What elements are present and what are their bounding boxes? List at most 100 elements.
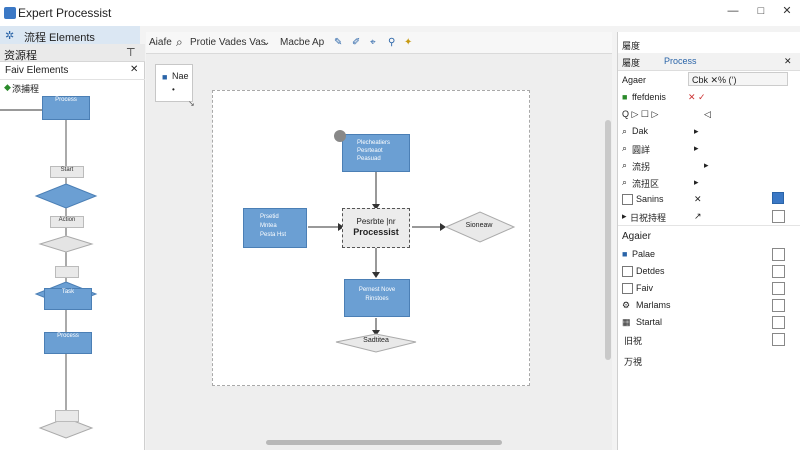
check-row-label: Marlams xyxy=(636,300,671,310)
property-row[interactable]: ⌕ Dak ▸ xyxy=(618,123,800,140)
toolbar-item-aiafe[interactable]: Aiafe xyxy=(149,37,172,48)
row-checkbox[interactable] xyxy=(772,333,785,346)
check-row[interactable]: 旧祝 xyxy=(618,331,800,348)
row-checkbox[interactable] xyxy=(772,282,785,295)
section2-header: Agaier xyxy=(618,228,800,245)
toolbar-item-ap[interactable]: Ap xyxy=(312,37,324,48)
tag-icon[interactable]: ⌖ xyxy=(370,37,376,48)
diagram-node-bottom[interactable]: Pernest Nove Rinstoes xyxy=(344,279,410,317)
agent-row: Agaer Cbk ✕% (‘) xyxy=(618,72,800,89)
left-panel-title: 资源程 xyxy=(4,50,37,62)
property-value: ↗ xyxy=(694,211,702,221)
property-row[interactable]: Q ▷ ☐ ▷ ◁ xyxy=(618,106,800,123)
elements-subheader: Faiv Elements ✕ xyxy=(0,62,145,80)
vertical-scrollbar[interactable] xyxy=(605,120,611,360)
row-button[interactable] xyxy=(772,210,785,223)
palette-task-node[interactable]: Task xyxy=(44,288,92,310)
node-line: Mntea xyxy=(260,223,277,229)
row-checkbox[interactable] xyxy=(772,316,785,329)
search-icon: ⌕ xyxy=(622,143,628,153)
resize-handle-icon[interactable]: ↘ xyxy=(188,99,195,108)
diagram-node-left[interactable]: Prsetid Mntea Pesta Hst xyxy=(243,208,307,248)
check-row[interactable]: ▦ Startal xyxy=(618,314,800,331)
properties-panel: 屬度 屬度 Process ✕ Agaer Cbk ✕% (‘) ■ ffefd… xyxy=(617,32,800,450)
node-line: Plecheatiers xyxy=(357,140,391,146)
node-line: Peasuad xyxy=(357,156,381,162)
row-checkbox[interactable] xyxy=(622,194,633,205)
properties-header-row: 屬度 xyxy=(618,36,800,54)
diagram-node-top[interactable]: Plecheatiers Pesrteaot Peasuad xyxy=(342,134,410,172)
search-icon: ⌕ xyxy=(622,177,628,187)
palette-end-node[interactable] xyxy=(55,410,79,422)
property-label: 流扭区 xyxy=(632,179,660,189)
property-row[interactable]: ⌕ 圓詳 ▸ xyxy=(618,140,800,157)
toggle-button[interactable] xyxy=(772,192,784,204)
tree-expand-icon: ◆ xyxy=(4,82,11,92)
node-line: Pesrteaot xyxy=(357,148,383,154)
row-checkbox[interactable] xyxy=(772,299,785,312)
palette-node-label: Start xyxy=(60,167,74,173)
mini-node-card[interactable]: ■ Nae • xyxy=(155,64,193,102)
palette-node-label: Action xyxy=(58,217,76,223)
palette-start-node[interactable]: Start xyxy=(50,166,84,178)
horizontal-scrollbar[interactable] xyxy=(266,440,502,445)
property-label: Sanins xyxy=(636,194,664,204)
section2-title: Agaier xyxy=(622,231,651,242)
pen-icon[interactable]: ✎ xyxy=(334,37,342,48)
toolbar-item-properties[interactable]: Protie Vades Vas xyxy=(190,37,266,48)
diagram-diamond-right-label: Sioneaw xyxy=(465,222,493,229)
check-row[interactable]: Detdes xyxy=(618,263,800,280)
toolbar-item-macbe[interactable]: Macbe xyxy=(280,37,310,48)
property-row[interactable]: ⌕ 流拐 ▸ xyxy=(618,157,800,174)
property-row[interactable]: Sanins ✕ xyxy=(618,191,800,208)
check-row[interactable]: ⚙ Marlams xyxy=(618,297,800,314)
row-checkbox[interactable] xyxy=(622,266,633,277)
sparkle-icon[interactable]: ✦ xyxy=(404,37,412,48)
property-label: Dak xyxy=(632,126,649,136)
property-label: Q ▷ ☐ ▷ xyxy=(622,109,659,119)
folder-icon: ■ xyxy=(162,72,168,82)
tab-process[interactable]: Process xyxy=(664,56,697,66)
pin-icon[interactable]: ⊤ xyxy=(126,46,136,59)
pin-icon[interactable]: ⚲ xyxy=(388,37,395,48)
right-panel-footer: 万視 xyxy=(618,352,800,369)
palette-small-node[interactable] xyxy=(55,266,79,278)
agent-label: Agaer xyxy=(622,75,647,85)
minimize-button[interactable]: — xyxy=(724,2,742,20)
app-icon xyxy=(4,7,16,19)
chevron-down-icon[interactable]: ⌄ xyxy=(262,37,270,48)
property-value: ✕ ✓ xyxy=(688,92,706,102)
close-icon[interactable]: ✕ xyxy=(130,64,138,75)
node-line: Pesrbte |nr xyxy=(356,217,396,226)
diagram-node-center[interactable]: Pesrbte |nr Processist xyxy=(342,208,410,248)
node-line: Rinstoes xyxy=(365,296,389,302)
elements-subheader-title: Faiv Elements xyxy=(5,65,69,76)
elements-tab[interactable]: ✲ 流程 Elements xyxy=(0,26,140,44)
property-row[interactable]: ▸ 日祝持程 ↗ xyxy=(618,208,800,226)
check-row-label: Faiv xyxy=(636,283,654,293)
row-icon: ■ xyxy=(622,92,628,102)
check-row[interactable]: ■ Palae xyxy=(618,246,800,263)
tab-properties[interactable]: 屬度 xyxy=(622,56,640,69)
search-icon[interactable]: ⌕ xyxy=(176,35,183,50)
close-icon[interactable]: ✕ xyxy=(784,56,792,67)
left-panel-header: 资源程 ⊤ xyxy=(0,44,145,62)
row-checkbox[interactable] xyxy=(772,248,785,261)
close-button[interactable]: ✕ xyxy=(778,2,796,20)
property-row[interactable]: ■ ffefdenis ✕ ✓ xyxy=(618,89,800,106)
diagram-diamond-bottom-label: Sadtitea xyxy=(363,337,389,344)
palette-action-node[interactable]: Action xyxy=(50,216,84,228)
property-label: ffefdenis xyxy=(632,92,666,102)
brush-icon[interactable]: ✐ xyxy=(352,37,360,48)
left-panel: 资源程 ⊤ Faiv Elements ✕ ◆ 添捕程 Process Star… xyxy=(0,44,145,450)
property-label: 流拐 xyxy=(632,162,651,172)
property-value: ✕ xyxy=(694,194,702,204)
property-value: ◁ xyxy=(704,109,711,119)
property-row[interactable]: ⌕ 流扭区 ▸ xyxy=(618,174,800,191)
maximize-button[interactable]: □ xyxy=(752,2,770,20)
palette-process-node-2[interactable]: Process xyxy=(44,332,92,354)
row-checkbox[interactable] xyxy=(772,265,785,278)
palette-process-node[interactable]: Process xyxy=(42,96,90,120)
row-checkbox[interactable] xyxy=(622,283,633,294)
check-row[interactable]: Faiv xyxy=(618,280,800,297)
